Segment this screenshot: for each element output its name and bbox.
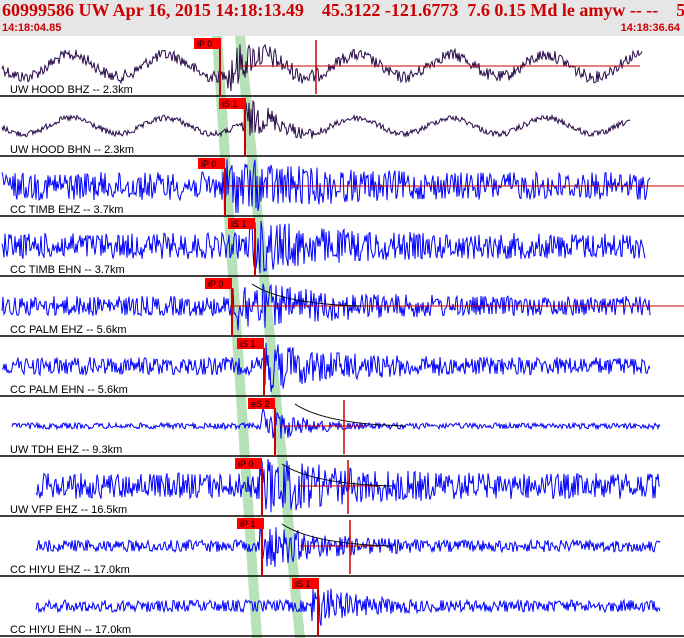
pick-label: iP 1 xyxy=(240,519,255,529)
trace-label: CC HIYU EHZ -- 17.0km xyxy=(10,564,130,576)
pick-label: iP 0 xyxy=(201,159,216,169)
trace-row[interactable]: iP 0 CC PALM EHZ -- 5.6km xyxy=(0,278,684,337)
waveform xyxy=(35,527,661,567)
event-header: 60999586 UW Apr 16, 2015 14:18:13.49 45.… xyxy=(0,0,684,36)
trace-row[interactable]: iP 0 UW VFP EHZ -- 16.5km xyxy=(0,458,684,517)
trace-label: CC PALM EHZ -- 5.6km xyxy=(10,324,127,336)
waveform xyxy=(11,406,661,439)
pick-label: iS 1 xyxy=(222,99,238,109)
trace-label: UW TDH EHZ -- 9.3km xyxy=(10,444,122,456)
trace-label: UW VFP EHZ -- 16.5km xyxy=(10,504,127,516)
waveform xyxy=(35,588,661,626)
pick-label: iS 1 xyxy=(295,579,311,589)
pick-label: eS 2 xyxy=(251,399,270,409)
pick-label: iS 1 xyxy=(240,339,256,349)
trace-row[interactable]: iS 1 CC TIMB EHN -- 3.7km xyxy=(0,218,684,277)
start-time: 14:18:04.85 xyxy=(2,22,62,34)
trace-row[interactable]: iS 1 CC PALM EHN -- 5.6km xyxy=(0,338,684,397)
trace-label: UW HOOD BHZ -- 2.3km xyxy=(10,84,133,96)
trace-rows: iP 0 UW HOOD BHZ -- 2.3km iS 1 UW HOOD BHN … xyxy=(0,38,684,637)
trace-label: UW HOOD BHN -- 2.3km xyxy=(10,144,134,156)
trace-row[interactable]: iP 0 UW HOOD BHZ -- 2.3km xyxy=(0,38,684,97)
pick-label: iS 1 xyxy=(231,219,247,229)
event-title: 60999586 UW Apr 16, 2015 14:18:13.49 45.… xyxy=(2,0,684,20)
waveform xyxy=(1,99,631,140)
trace-label: CC HIYU EHN -- 17.0km xyxy=(10,624,131,636)
trace-row[interactable]: eS 2 UW TDH EHZ -- 9.3km xyxy=(0,398,684,457)
seismogram-panel[interactable]: iP 0 UW HOOD BHZ -- 2.3km iS 1 UW HOOD BHN … xyxy=(0,36,684,638)
trace-label: CC TIMB EHN -- 3.7km xyxy=(10,264,125,276)
trace-label: CC TIMB EHZ -- 3.7km xyxy=(10,204,123,216)
pick-label: iP 0 xyxy=(197,39,212,49)
trace-label: CC PALM EHN -- 5.6km xyxy=(10,384,128,396)
coda-curve xyxy=(294,403,406,427)
pick-label: iP 0 xyxy=(208,279,223,289)
pick-label: iP 0 xyxy=(238,459,253,469)
trace-row[interactable]: iS 1 UW HOOD BHN -- 2.3km xyxy=(0,98,684,157)
end-time: 14:18:36.64 xyxy=(620,22,680,34)
trace-row[interactable]: iS 1 CC HIYU EHN -- 17.0km xyxy=(0,578,684,637)
trace-row[interactable]: iP 1 CC HIYU EHZ -- 17.0km xyxy=(0,518,684,577)
trace-row[interactable]: iP 0 CC TIMB EHZ -- 3.7km xyxy=(0,158,684,217)
